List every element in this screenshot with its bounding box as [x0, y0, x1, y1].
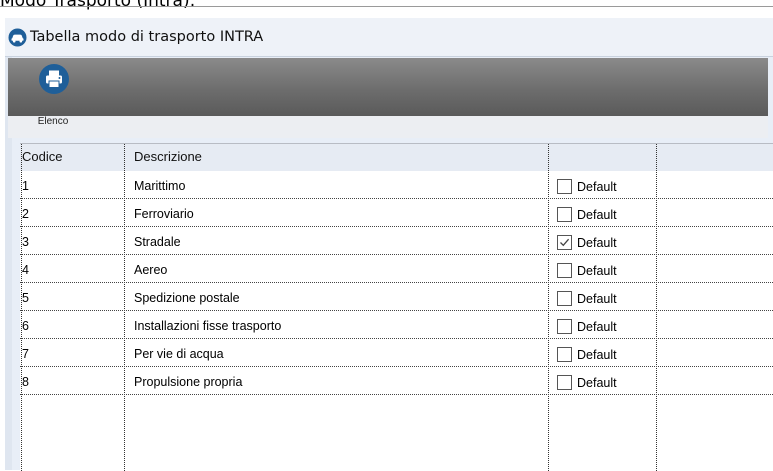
- default-checkbox-label[interactable]: Default: [577, 208, 617, 223]
- column-header-codice[interactable]: Codice: [22, 148, 62, 165]
- default-checkbox[interactable]: [557, 347, 572, 362]
- default-checkbox-label[interactable]: Default: [577, 264, 617, 279]
- table-row[interactable]: 6 Installazioni fisse trasporto Default: [20, 311, 773, 339]
- table-row[interactable]: 7 Per vie di acqua Default: [20, 339, 773, 367]
- printer-icon: [39, 64, 69, 94]
- window-title: Tabella modo di trasporto INTRA: [30, 29, 264, 45]
- default-checkbox-label[interactable]: Default: [577, 348, 617, 363]
- car-icon: [8, 28, 27, 47]
- row-description: Propulsione propria: [134, 375, 243, 389]
- checkmark-icon: [560, 238, 570, 247]
- row-code: 8: [22, 375, 29, 389]
- row-description: Aereo: [134, 263, 168, 277]
- default-checkbox[interactable]: [557, 235, 572, 250]
- default-checkbox[interactable]: [557, 263, 572, 278]
- default-checkbox[interactable]: [557, 291, 572, 306]
- table-row[interactable]: 3 Stradale Default: [20, 227, 773, 255]
- row-code: 6: [22, 319, 29, 333]
- row-description: Stradale: [134, 235, 181, 249]
- grid-header: Codice Descrizione: [20, 144, 773, 171]
- row-code: 7: [22, 347, 29, 361]
- default-checkbox-label[interactable]: Default: [577, 320, 617, 335]
- default-checkbox[interactable]: [557, 207, 572, 222]
- default-checkbox-label[interactable]: Default: [577, 180, 617, 195]
- row-code: 2: [22, 207, 29, 221]
- default-checkbox-label[interactable]: Default: [577, 376, 617, 391]
- heading-divider: [0, 6, 773, 7]
- table-row[interactable]: 1 Marittimo Default: [20, 171, 773, 199]
- column-header-descrizione[interactable]: Descrizione: [134, 148, 202, 165]
- default-checkbox-label[interactable]: Default: [577, 292, 617, 307]
- row-description: Per vie di acqua: [134, 347, 224, 361]
- toolbar: [8, 58, 768, 116]
- row-divider: [20, 394, 773, 395]
- elenco-label: Elenco: [37, 116, 69, 127]
- toolbar-footer: [8, 116, 768, 138]
- default-checkbox[interactable]: [557, 179, 572, 194]
- elenco-button[interactable]: Elenco: [27, 64, 79, 130]
- default-checkbox[interactable]: [557, 375, 572, 390]
- default-checkbox[interactable]: [557, 319, 572, 334]
- row-description: Ferroviario: [134, 207, 194, 221]
- row-description: Installazioni fisse trasporto: [134, 319, 282, 333]
- table-row[interactable]: 5 Spedizione postale Default: [20, 283, 773, 311]
- window-titlebar: Tabella modo di trasporto INTRA: [5, 18, 773, 57]
- default-checkbox-label[interactable]: Default: [577, 236, 617, 251]
- table-row[interactable]: 2 Ferroviario Default: [20, 199, 773, 227]
- row-description: Marittimo: [134, 179, 186, 193]
- row-code: 4: [22, 263, 29, 277]
- row-code: 3: [22, 235, 29, 249]
- row-description: Spedizione postale: [134, 291, 240, 305]
- row-code: 1: [22, 179, 29, 193]
- table-row[interactable]: 8 Propulsione propria Default: [20, 367, 773, 395]
- table-row[interactable]: 4 Aereo Default: [20, 255, 773, 283]
- row-code: 5: [22, 291, 29, 305]
- transport-mode-grid: Codice Descrizione 1 Marittimo Default 2 Fer…: [20, 143, 773, 471]
